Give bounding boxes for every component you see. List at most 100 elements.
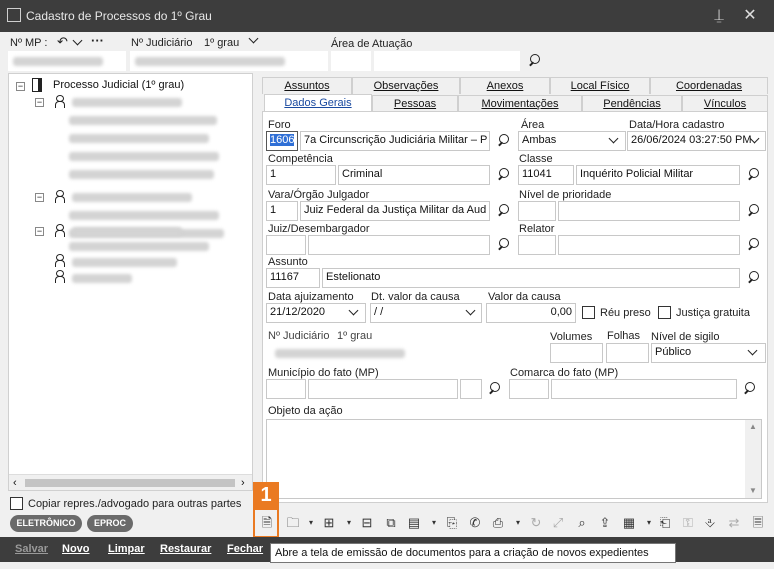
- collapse-icon[interactable]: −: [16, 82, 25, 91]
- area-chevron-icon[interactable]: [609, 135, 619, 145]
- municipio-uf-input[interactable]: [460, 379, 482, 399]
- objeto-textarea[interactable]: [266, 419, 762, 499]
- comarca-search-icon[interactable]: [742, 381, 758, 397]
- tab-pendencias[interactable]: Pendências: [582, 95, 682, 112]
- restaurar-button[interactable]: Restaurar: [160, 543, 211, 555]
- pin-icon[interactable]: ⍊: [705, 4, 733, 28]
- juiz-code-input[interactable]: [266, 235, 306, 255]
- municipio-code-input[interactable]: [266, 379, 306, 399]
- scroll-right-icon[interactable]: ›: [241, 477, 245, 489]
- documents-icon[interactable]: ▤: [405, 514, 423, 532]
- folhas-input[interactable]: [606, 343, 649, 363]
- grade-chevron-icon[interactable]: [249, 35, 259, 45]
- area-code-input[interactable]: [331, 51, 371, 71]
- folder-dropdown-icon[interactable]: ▾: [302, 514, 320, 532]
- tree-root-label[interactable]: Processo Judicial (1º grau): [53, 79, 184, 95]
- comarca-name-input[interactable]: [551, 379, 737, 399]
- hierarchy-dropdown-icon[interactable]: ▾: [340, 514, 358, 532]
- classe-name-input[interactable]: Inquérito Policial Militar: [576, 165, 740, 185]
- scroll-up-icon[interactable]: ▲: [749, 422, 757, 431]
- process-tree[interactable]: − Processo Judicial (1º grau) − − − ‹ ›: [8, 73, 253, 491]
- classe-code-input[interactable]: 11041: [518, 165, 574, 185]
- horizontal-scrollbar[interactable]: ‹ ›: [9, 474, 252, 490]
- njud-input[interactable]: [130, 51, 328, 71]
- salvar-button[interactable]: Salvar: [15, 543, 48, 555]
- more-icon[interactable]: ···: [91, 33, 104, 48]
- undo-icon[interactable]: ↶: [57, 34, 68, 50]
- export-icon[interactable]: ⇪: [596, 514, 614, 532]
- tree-arrange-icon[interactable]: ⊟: [358, 514, 376, 532]
- tab-movimentacoes[interactable]: Movimentações: [458, 95, 582, 112]
- novo-button[interactable]: Novo: [62, 543, 90, 555]
- relator-search-icon[interactable]: [746, 237, 762, 253]
- assunto-name-input[interactable]: Estelionato: [322, 268, 740, 288]
- dt-valor-chevron-icon[interactable]: [466, 307, 476, 317]
- juiz-name-input[interactable]: [308, 235, 490, 255]
- folder-icon[interactable]: 🗀: [284, 514, 302, 532]
- tab-vinculos[interactable]: Vínculos: [682, 95, 768, 112]
- classe-search-icon[interactable]: [746, 167, 762, 183]
- relator-name-input[interactable]: [558, 235, 740, 255]
- juiz-search-icon[interactable]: [496, 237, 512, 253]
- area-search-icon[interactable]: [527, 53, 543, 69]
- lock-icon[interactable]: ⚿: [679, 514, 697, 532]
- foro-search-icon[interactable]: [496, 133, 512, 149]
- hierarchy-icon[interactable]: ⊞: [320, 514, 338, 532]
- relator-code-input[interactable]: [518, 235, 556, 255]
- area-name-input[interactable]: [374, 51, 520, 71]
- nmp-input[interactable]: [8, 51, 126, 71]
- eproc-badge[interactable]: EPROC: [87, 515, 133, 532]
- dt-cad-input[interactable]: 26/06/2024 03:27:50 PM: [627, 131, 766, 151]
- tab-coordenadas[interactable]: Coordenadas: [650, 77, 768, 94]
- dt-cad-chevron-icon[interactable]: [750, 135, 760, 145]
- eletronico-badge[interactable]: ELETRÔNICO: [10, 515, 82, 532]
- valor-input[interactable]: 0,00: [486, 303, 576, 323]
- foro-name-input[interactable]: 7a Circunscrição Judiciária Militar – P: [300, 131, 490, 151]
- report-icon[interactable]: 🗏: [749, 514, 767, 532]
- fechar-button[interactable]: Fechar: [227, 543, 263, 555]
- print-dropdown-icon[interactable]: ▾: [509, 514, 527, 532]
- print-icon[interactable]: ⎙: [489, 514, 507, 532]
- assunto-search-icon[interactable]: [746, 270, 762, 286]
- justica-gratuita-checkbox[interactable]: [658, 306, 671, 319]
- volumes-input[interactable]: [550, 343, 603, 363]
- transfer-icon[interactable]: ⇄: [725, 514, 743, 532]
- tab-assuntos[interactable]: Assuntos: [262, 77, 352, 94]
- tab-dados-gerais[interactable]: Dados Gerais: [264, 94, 372, 112]
- sigilo-chevron-icon[interactable]: [748, 347, 758, 357]
- tab-anexos[interactable]: Anexos: [460, 77, 550, 94]
- documents-dropdown-icon[interactable]: ▾: [425, 514, 443, 532]
- competencia-search-icon[interactable]: [496, 167, 512, 183]
- reu-preso-checkbox[interactable]: [582, 306, 595, 319]
- add-document-icon[interactable]: ⎀: [701, 514, 719, 532]
- vara-name-input[interactable]: Juiz Federal da Justiça Militar da Aud: [300, 201, 490, 221]
- phone-icon[interactable]: ✆: [466, 514, 484, 532]
- vara-code-input[interactable]: 1: [266, 201, 298, 221]
- refresh-icon[interactable]: ↻: [527, 514, 545, 532]
- prioridade-code-input[interactable]: [518, 201, 556, 221]
- node-collapse-icon[interactable]: −: [35, 98, 44, 107]
- chevron-down-icon[interactable]: [73, 37, 83, 47]
- municipio-name-input[interactable]: [308, 379, 458, 399]
- prioridade-name-input[interactable]: [558, 201, 740, 221]
- search-docs-icon[interactable]: ⌕: [573, 514, 591, 532]
- scroll-thumb[interactable]: [25, 479, 235, 487]
- tab-observacoes[interactable]: Observações: [352, 77, 460, 94]
- comarca-code-input[interactable]: [509, 379, 549, 399]
- assunto-code-input[interactable]: 11167: [266, 268, 320, 288]
- dt-ajuiz-chevron-icon[interactable]: [349, 307, 359, 317]
- prioridade-search-icon[interactable]: [746, 203, 762, 219]
- copy-icon[interactable]: ⎘: [443, 514, 461, 532]
- tab-local-fisico[interactable]: Local Físico: [550, 77, 650, 94]
- calendar-icon[interactable]: ▦: [620, 514, 638, 532]
- njud-form-input[interactable]: [266, 343, 546, 363]
- scroll-left-icon[interactable]: ‹: [13, 477, 17, 489]
- limpar-button[interactable]: Limpar: [108, 543, 145, 555]
- scroll-down-icon[interactable]: ▼: [749, 486, 757, 495]
- tab-pessoas[interactable]: Pessoas: [372, 95, 458, 112]
- bookmark-icon[interactable]: ⎗: [656, 514, 674, 532]
- process-link-icon[interactable]: ⧉: [382, 514, 400, 532]
- node-collapse-icon[interactable]: −: [35, 227, 44, 236]
- node-collapse-icon[interactable]: −: [35, 193, 44, 202]
- close-icon[interactable]: ✕: [736, 4, 764, 28]
